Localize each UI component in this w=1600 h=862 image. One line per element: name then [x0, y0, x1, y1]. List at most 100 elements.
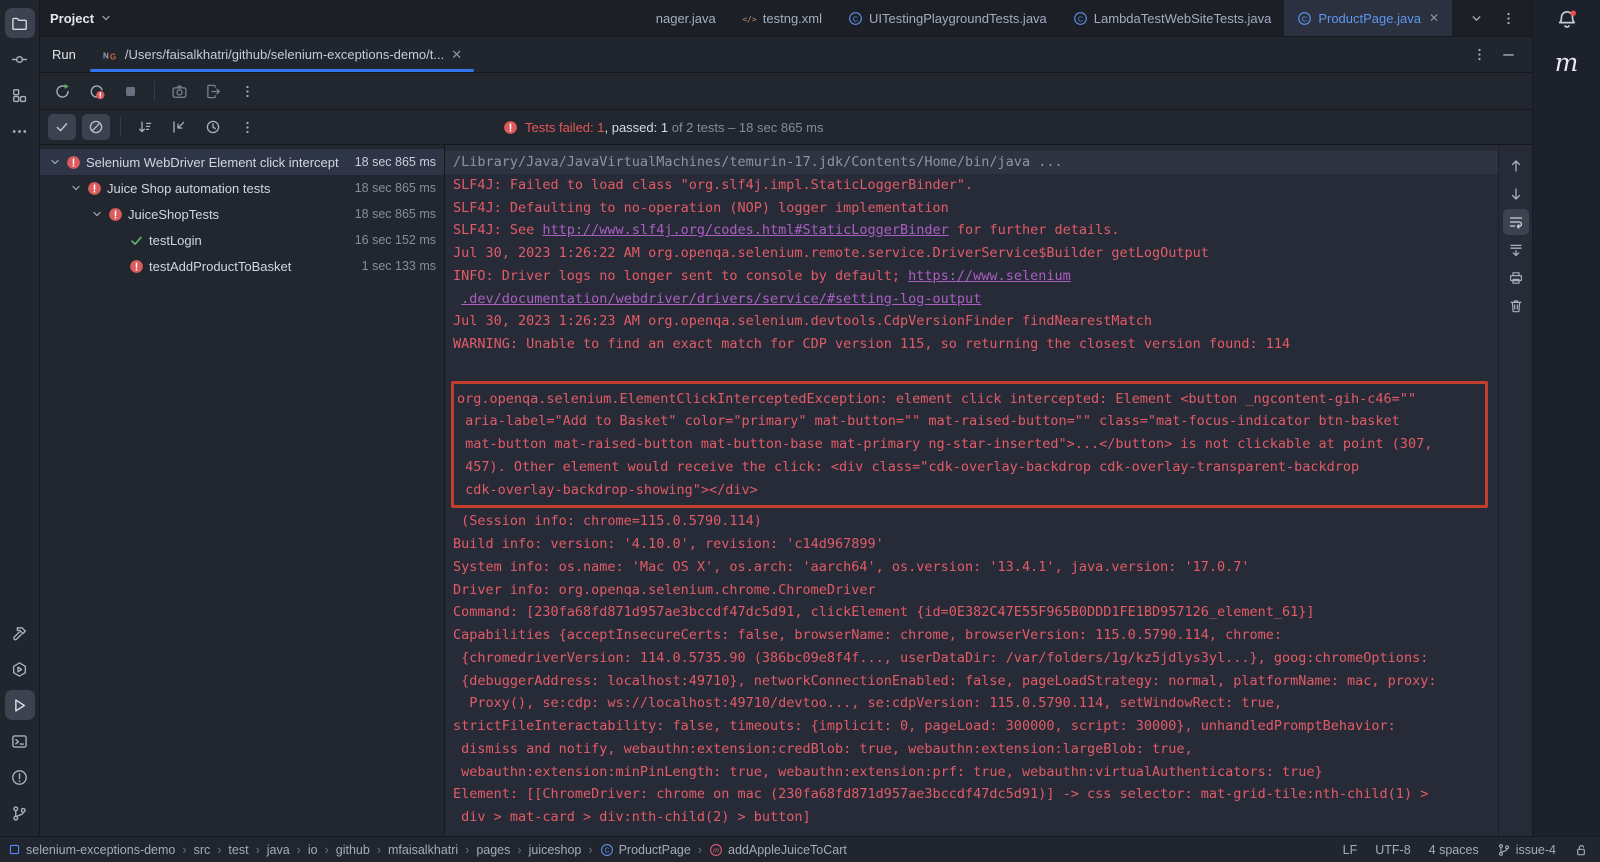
breadcrumb-item[interactable]: src [194, 843, 211, 857]
breadcrumb-item[interactable]: CProductPage [600, 843, 691, 857]
git-branch-icon[interactable] [5, 798, 35, 828]
breadcrumb-item[interactable]: io [308, 843, 318, 857]
breadcrumb-item[interactable]: juiceshop [529, 843, 582, 857]
console-text: aria-label="Add to Basket" color="primar… [457, 413, 1400, 429]
git-branch-widget[interactable]: issue-4 [1497, 843, 1556, 857]
problems-icon[interactable] [5, 762, 35, 792]
test-tree-item[interactable]: testLogin16 sec 152 ms [40, 227, 444, 253]
passed-count: , passed: 1 [605, 120, 669, 135]
xml-file-icon: </> [742, 11, 757, 26]
tab-uitestingplaygroundtests[interactable]: C UITestingPlaygroundTests.java [835, 0, 1060, 36]
tab-testng-xml[interactable]: </> testng.xml [729, 0, 835, 36]
breadcrumb-item[interactable]: github [336, 843, 370, 857]
tab-label: ProductPage.java [1318, 11, 1421, 26]
filter-kebab-icon[interactable] [233, 114, 261, 140]
test-failed-icon [64, 155, 82, 170]
avatar[interactable]: m [1555, 48, 1579, 77]
breadcrumb-separator: › [588, 843, 592, 857]
rerun-icon[interactable] [48, 78, 76, 104]
breadcrumb-item[interactable]: maddAppleJuiceToCart [709, 843, 847, 857]
class-icon: C [1073, 11, 1088, 26]
svg-text:m: m [713, 847, 719, 854]
console-line: SLF4J: Failed to load class "org.slf4j.i… [453, 174, 1490, 197]
close-tab-icon[interactable]: ✕ [1429, 11, 1439, 25]
tab-nager-java[interactable]: nager.java [643, 0, 729, 36]
tab-list-chevron-icon[interactable] [1462, 5, 1490, 31]
export-results-icon[interactable] [199, 78, 227, 104]
console-text: 457). Other element would receive the cl… [457, 459, 1359, 475]
project-widget[interactable]: Project [40, 0, 520, 36]
right-strip: m [1532, 0, 1600, 836]
scroll-to-end-icon[interactable] [1503, 237, 1529, 263]
hide-passed-icon[interactable] [82, 114, 110, 140]
breadcrumb-item[interactable]: test [228, 843, 248, 857]
tree-chevron-icon[interactable] [88, 207, 106, 221]
screenshot-icon[interactable] [165, 78, 193, 104]
test-duration: 18 sec 865 ms [355, 207, 436, 221]
toolbar-kebab-icon[interactable] [233, 78, 261, 104]
tab-lambdatestwebsitetests[interactable]: C LambdaTestWebSiteTests.java [1060, 0, 1285, 36]
test-name: Juice Shop automation tests [107, 181, 351, 196]
line-ending-indicator[interactable]: LF [1343, 843, 1358, 857]
show-passed-icon[interactable] [48, 114, 76, 140]
breadcrumb-item[interactable]: selenium-exceptions-demo [8, 843, 175, 857]
run-panel-kebab-icon[interactable] [1472, 47, 1487, 62]
commit-icon[interactable] [5, 44, 35, 74]
project-folder-icon[interactable] [5, 8, 35, 38]
rerun-failed-icon[interactable] [82, 78, 110, 104]
tab-label: nager.java [656, 11, 716, 26]
sort-icon[interactable] [131, 114, 159, 140]
close-run-tab-icon[interactable]: ✕ [451, 47, 462, 63]
breadcrumb-item[interactable]: java [267, 843, 290, 857]
import-results-icon[interactable] [165, 114, 193, 140]
stop-icon[interactable] [116, 78, 144, 104]
console-link[interactable]: https://www.selenium [908, 268, 1071, 284]
test-failed-icon [127, 259, 145, 274]
run-icon[interactable] [5, 690, 35, 720]
indent-indicator[interactable]: 4 spaces [1429, 843, 1479, 857]
breadcrumb-item[interactable]: pages [476, 843, 510, 857]
failed-count: Tests failed: 1 [525, 120, 605, 135]
test-failed-icon [85, 181, 103, 196]
console-line: webauthn:extension:minPinLength: true, w… [453, 761, 1490, 784]
breadcrumb-label: test [228, 843, 248, 857]
breadcrumb-item[interactable]: mfaisalkhatri [388, 843, 458, 857]
more-tools-icon[interactable] [5, 116, 35, 146]
console-link[interactable]: http://www.slf4j.org/codes.html#StaticLo… [542, 222, 948, 238]
editor-options-kebab-icon[interactable] [1494, 5, 1522, 31]
test-tree-item[interactable]: Juice Shop automation tests18 sec 865 ms [40, 175, 444, 201]
hide-panel-icon[interactable] [1501, 47, 1516, 62]
clear-console-icon[interactable] [1503, 293, 1529, 319]
test-tree-item[interactable]: JuiceShopTests18 sec 865 ms [40, 201, 444, 227]
run-panel-title: Run [40, 37, 90, 72]
test-tree-item[interactable]: Selenium WebDriver Element click interce… [40, 149, 444, 175]
build-hammer-icon[interactable] [5, 618, 35, 648]
console-line: cdk-overlay-backdrop-showing"></div> [457, 479, 1482, 502]
soft-wrap-icon[interactable] [1503, 209, 1529, 235]
scroll-down-icon[interactable] [1503, 181, 1529, 207]
test-duration: 1 sec 133 ms [362, 259, 436, 273]
print-icon[interactable] [1503, 265, 1529, 291]
scroll-up-icon[interactable] [1503, 153, 1529, 179]
editor-tabs: nager.java </> testng.xml C UITestingPla… [643, 0, 1452, 36]
notifications-bell-icon[interactable] [1555, 8, 1579, 32]
console-text: Build info: version: '4.10.0', revision:… [453, 536, 884, 552]
tree-chevron-icon[interactable] [46, 155, 64, 169]
console-line [453, 356, 1490, 379]
history-icon[interactable] [199, 114, 227, 140]
unlock-icon[interactable] [1574, 843, 1588, 857]
structure-icon[interactable] [5, 80, 35, 110]
services-icon[interactable] [5, 654, 35, 684]
encoding-indicator[interactable]: UTF-8 [1375, 843, 1410, 857]
test-tree-item[interactable]: testAddProductToBasket1 sec 133 ms [40, 253, 444, 279]
console-text: INFO: Driver logs no longer sent to cons… [453, 268, 908, 284]
console-text: for further details. [949, 222, 1120, 238]
terminal-icon[interactable] [5, 726, 35, 756]
console-link[interactable]: .dev/documentation/webdriver/drivers/ser… [461, 291, 981, 307]
class-icon: C [848, 11, 863, 26]
tree-chevron-icon[interactable] [67, 181, 85, 195]
svg-text:C: C [1078, 14, 1084, 23]
run-config-tab[interactable]: NG /Users/faisalkhatri/github/selenium-e… [90, 37, 474, 72]
console-text: div > mat-card > div:nth-child(2) > butt… [453, 809, 811, 825]
tab-productpage-active[interactable]: C ProductPage.java ✕ [1284, 0, 1452, 36]
